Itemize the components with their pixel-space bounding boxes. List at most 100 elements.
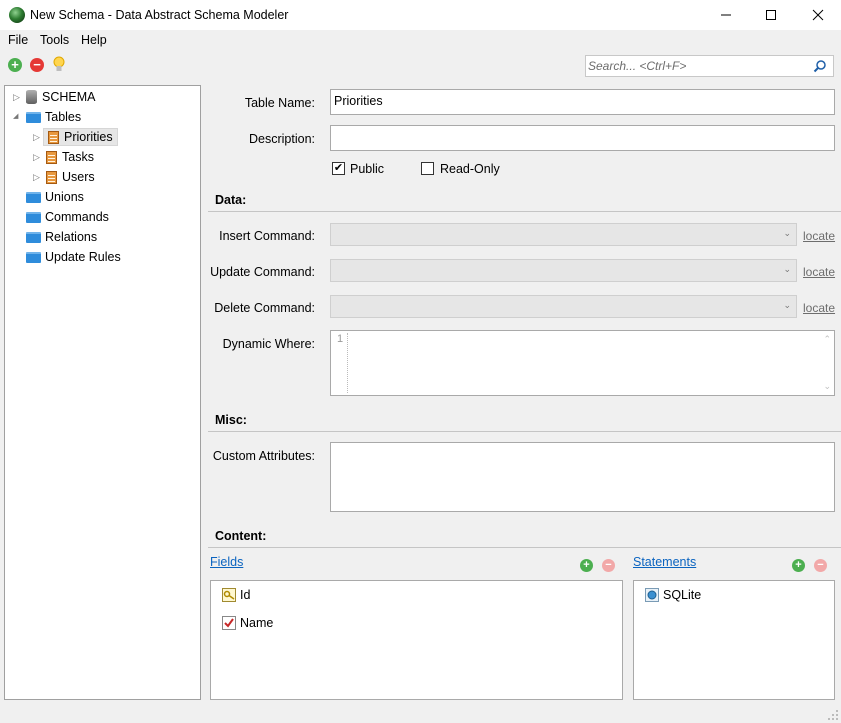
- expand-icon[interactable]: ▷: [13, 92, 22, 102]
- line-number: 1: [337, 333, 344, 345]
- tree-item-label: Commands: [45, 210, 109, 224]
- chevron-down-icon: ⌄: [783, 228, 791, 238]
- add-icon[interactable]: +: [8, 58, 22, 72]
- public-checkbox[interactable]: ✔: [332, 162, 345, 175]
- list-item[interactable]: Id: [222, 588, 250, 602]
- tree-item-priorities[interactable]: ▷ Priorities: [33, 127, 118, 147]
- add-statement-button[interactable]: +: [792, 559, 805, 572]
- content-separator: [208, 547, 841, 548]
- delete-command-label: Delete Command:: [214, 301, 315, 315]
- misc-section-title: Misc:: [215, 413, 247, 427]
- close-button[interactable]: [795, 0, 841, 30]
- data-separator: [208, 211, 841, 212]
- folder-icon: [26, 211, 41, 223]
- expand-icon[interactable]: ▷: [33, 152, 42, 162]
- expand-icon[interactable]: ▷: [33, 132, 42, 142]
- search-icon[interactable]: [813, 59, 827, 73]
- custom-attributes-input[interactable]: [330, 442, 835, 512]
- update-command-select[interactable]: ⌄: [330, 259, 797, 282]
- scroll-down-icon[interactable]: ⌄: [823, 381, 831, 392]
- dynamic-where-editor[interactable]: 1 ⌃ ⌄: [330, 330, 835, 396]
- menu-file[interactable]: File: [8, 33, 28, 47]
- expand-icon[interactable]: ▷: [33, 172, 42, 182]
- custom-attributes-label: Custom Attributes:: [212, 449, 315, 463]
- description-label: Description:: [249, 132, 315, 146]
- update-locate-link[interactable]: locate: [803, 265, 835, 279]
- selected-item[interactable]: Priorities: [43, 128, 118, 146]
- list-item[interactable]: Name: [222, 616, 273, 630]
- delete-locate-link[interactable]: locate: [803, 301, 835, 315]
- tree-item-commands[interactable]: Commands: [26, 207, 109, 227]
- menu-help[interactable]: Help: [81, 33, 107, 47]
- tree-item-label: Update Rules: [45, 250, 121, 264]
- tree-item-label: Tables: [45, 110, 82, 124]
- maximize-button[interactable]: [748, 0, 794, 30]
- field-name: Id: [240, 588, 251, 602]
- maximize-icon: [766, 10, 776, 20]
- remove-statement-button[interactable]: −: [814, 559, 827, 572]
- readonly-label[interactable]: Read-Only: [440, 162, 500, 176]
- tree-item-schema[interactable]: ▷ SCHEMA: [13, 87, 95, 107]
- tree-item-update-rules[interactable]: Update Rules: [26, 247, 121, 267]
- menu-tools[interactable]: Tools: [40, 33, 69, 47]
- minimize-icon: [721, 14, 731, 16]
- database-icon: [26, 90, 37, 104]
- app-icon: [9, 7, 25, 23]
- key-icon: [222, 588, 236, 602]
- field-check-icon: [222, 616, 236, 630]
- statements-list: SQLite: [633, 580, 835, 700]
- collapse-icon[interactable]: ◢: [13, 112, 22, 122]
- content-section-title: Content:: [215, 529, 267, 543]
- remove-field-button[interactable]: −: [602, 559, 615, 572]
- folder-icon: [26, 191, 41, 203]
- window-title: New Schema - Data Abstract Schema Modele…: [30, 8, 289, 22]
- dynamic-where-label: Dynamic Where:: [222, 337, 315, 351]
- tree-item-label: Unions: [45, 190, 84, 204]
- search-input[interactable]: [588, 58, 808, 74]
- public-label[interactable]: Public: [350, 162, 384, 176]
- table-name-input[interactable]: Priorities: [330, 89, 835, 115]
- resize-grip-icon[interactable]: [827, 709, 839, 721]
- table-icon: [46, 150, 57, 164]
- tree-item-label: Tasks: [62, 150, 94, 164]
- tree-item-unions[interactable]: Unions: [26, 187, 84, 207]
- data-section-title: Data:: [215, 193, 247, 207]
- sql-statement-icon: [645, 588, 659, 602]
- delete-command-select[interactable]: ⌄: [330, 295, 797, 318]
- minimize-button[interactable]: [703, 0, 749, 30]
- gutter-divider: [347, 333, 349, 393]
- schema-tree: ▷ SCHEMA ◢ Tables ▷ Priorities ▷ Tasks ▷…: [4, 85, 201, 700]
- insert-command-select[interactable]: ⌄: [330, 223, 797, 246]
- remove-icon[interactable]: −: [30, 58, 44, 72]
- folder-icon: [26, 251, 41, 263]
- tree-item-label: SCHEMA: [42, 90, 96, 104]
- table-icon: [46, 170, 57, 184]
- tree-item-relations[interactable]: Relations: [26, 227, 97, 247]
- statements-link[interactable]: Statements: [633, 555, 696, 569]
- description-input[interactable]: [330, 125, 835, 151]
- misc-separator: [208, 431, 841, 432]
- chevron-down-icon: ⌄: [783, 264, 791, 274]
- folder-icon: [26, 111, 41, 123]
- readonly-checkbox[interactable]: [421, 162, 434, 175]
- insert-command-label: Insert Command:: [219, 229, 315, 243]
- lightbulb-icon[interactable]: [52, 56, 66, 74]
- field-name: Name: [240, 616, 274, 630]
- scroll-up-icon[interactable]: ⌃: [823, 334, 831, 345]
- tree-item-label: Priorities: [64, 130, 113, 144]
- insert-locate-link[interactable]: locate: [803, 229, 835, 243]
- tree-item-tables[interactable]: ◢ Tables: [13, 107, 81, 127]
- add-field-button[interactable]: +: [580, 559, 593, 572]
- update-command-label: Update Command:: [210, 265, 315, 279]
- tree-item-tasks[interactable]: ▷ Tasks: [33, 147, 94, 167]
- menu-bar: [0, 30, 841, 52]
- chevron-down-icon: ⌄: [783, 300, 791, 310]
- tree-item-users[interactable]: ▷ Users: [33, 167, 95, 187]
- fields-list: Id Name: [210, 580, 623, 700]
- fields-link[interactable]: Fields: [210, 555, 243, 569]
- list-item[interactable]: SQLite: [645, 588, 701, 602]
- close-icon: [812, 9, 824, 21]
- tree-item-label: Users: [62, 170, 95, 184]
- table-icon: [48, 130, 59, 144]
- statement-name: SQLite: [663, 588, 702, 602]
